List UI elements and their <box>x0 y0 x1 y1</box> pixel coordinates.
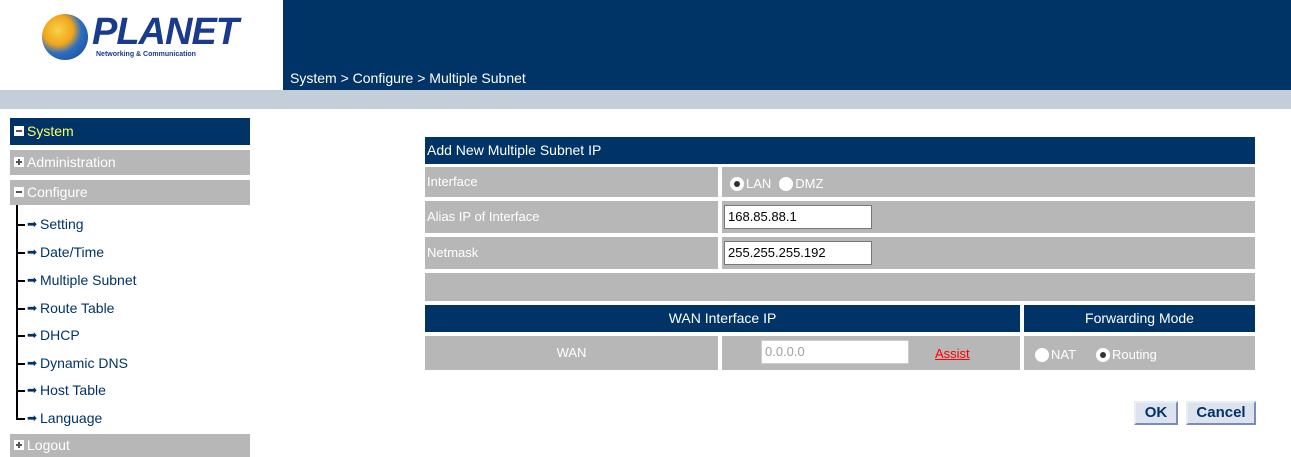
sidebar-link-dhcp[interactable]: ➡ DHCP <box>16 316 266 348</box>
wan-ip-cell: 0.0.0.0 Assist <box>722 336 1020 370</box>
form-title: Add New Multiple Subnet IP <box>425 137 1255 164</box>
interface-dmz-label: DMZ <box>795 176 824 192</box>
sidebar-item-label: Configure <box>27 184 88 200</box>
mode-nat-radio[interactable] <box>1035 347 1049 362</box>
sidebar-link-language[interactable]: ➡ Language <box>16 399 266 431</box>
arrow-right-icon: ➡ <box>27 383 38 397</box>
breadcrumb: System > Configure > Multiple Subnet <box>290 70 526 86</box>
arrow-right-icon: ➡ <box>27 301 38 315</box>
alias-row: Alias IP of Interface 168.85.88.1 <box>425 201 1255 233</box>
ok-button[interactable]: OK <box>1134 401 1178 425</box>
interface-label: Interface <box>425 167 718 197</box>
sidebar-link-dynamic-dns[interactable]: ➡ Dynamic DNS <box>16 344 266 376</box>
header-divider <box>0 90 1291 109</box>
expand-icon <box>14 440 24 451</box>
spacer-row <box>425 273 1255 301</box>
wan-row: WAN 0.0.0.0 Assist NAT Routing <box>425 336 1255 370</box>
arrow-right-icon: ➡ <box>27 245 38 259</box>
interface-dmz-radio[interactable] <box>779 176 794 191</box>
wan-ip-input[interactable]: 0.0.0.0 <box>761 340 909 364</box>
sidebar-link-setting[interactable]: ➡ Setting <box>16 205 266 237</box>
brand-logo: PLANET <box>92 11 239 53</box>
arrow-right-icon: ➡ <box>27 328 38 342</box>
expand-icon <box>14 157 24 168</box>
sidebar-link-multiple-subnet[interactable]: ➡ Multiple Subnet <box>16 261 266 293</box>
arrow-right-icon: ➡ <box>27 273 38 287</box>
alias-ip-input[interactable]: 168.85.88.1 <box>724 205 872 229</box>
forwarding-mode-cell: NAT Routing <box>1024 336 1255 370</box>
mode-routing-radio[interactable] <box>1096 347 1111 362</box>
alias-value-cell: 168.85.88.1 <box>722 201 1255 233</box>
sidebar-item-label: Logout <box>27 437 70 453</box>
interface-row: Interface LAN DMZ <box>425 167 1255 197</box>
sidebar-item-logout[interactable]: Logout <box>10 434 250 457</box>
sidebar-item-configure[interactable]: Configure <box>10 180 250 205</box>
mode-nat-label: NAT <box>1051 347 1077 363</box>
sidebar-item-label: System <box>27 123 74 139</box>
wan-interface-ip-header: WAN Interface IP <box>425 305 1020 332</box>
interface-lan-label: LAN <box>746 176 772 192</box>
sidebar-link-route-table[interactable]: ➡ Route Table <box>16 289 266 321</box>
wan-header-row: WAN Interface IP Forwarding Mode <box>425 305 1255 332</box>
interface-lan-radio[interactable] <box>730 176 744 191</box>
sidebar-link-host-table[interactable]: ➡ Host Table <box>16 371 266 403</box>
interface-value-cell: LAN DMZ <box>722 167 1255 197</box>
netmask-input[interactable]: 255.255.255.192 <box>724 241 872 265</box>
cancel-button[interactable]: Cancel <box>1186 401 1256 425</box>
collapse-icon <box>14 187 24 198</box>
netmask-label: Netmask <box>425 237 718 269</box>
alias-label: Alias IP of Interface <box>425 201 718 233</box>
arrow-right-icon: ➡ <box>27 217 38 231</box>
sidebar-item-administration[interactable]: Administration <box>10 150 250 175</box>
assist-link[interactable]: Assist <box>935 346 970 361</box>
mode-routing-label: Routing <box>1112 347 1157 363</box>
sidebar-item-label: Administration <box>27 154 116 170</box>
brand-tagline: Networking & Communication <box>96 51 196 58</box>
forwarding-mode-header: Forwarding Mode <box>1024 305 1255 332</box>
arrow-right-icon: ➡ <box>27 411 38 425</box>
collapse-icon <box>14 126 24 137</box>
netmask-row: Netmask 255.255.255.192 <box>425 237 1255 269</box>
arrow-right-icon: ➡ <box>27 356 38 370</box>
sidebar-link-datetime[interactable]: ➡ Date/Time <box>16 233 266 265</box>
wan-label: WAN <box>425 336 718 370</box>
sidebar-item-system[interactable]: System <box>10 118 250 145</box>
planet-globe-icon <box>42 14 88 60</box>
netmask-value-cell: 255.255.255.192 <box>722 237 1255 269</box>
